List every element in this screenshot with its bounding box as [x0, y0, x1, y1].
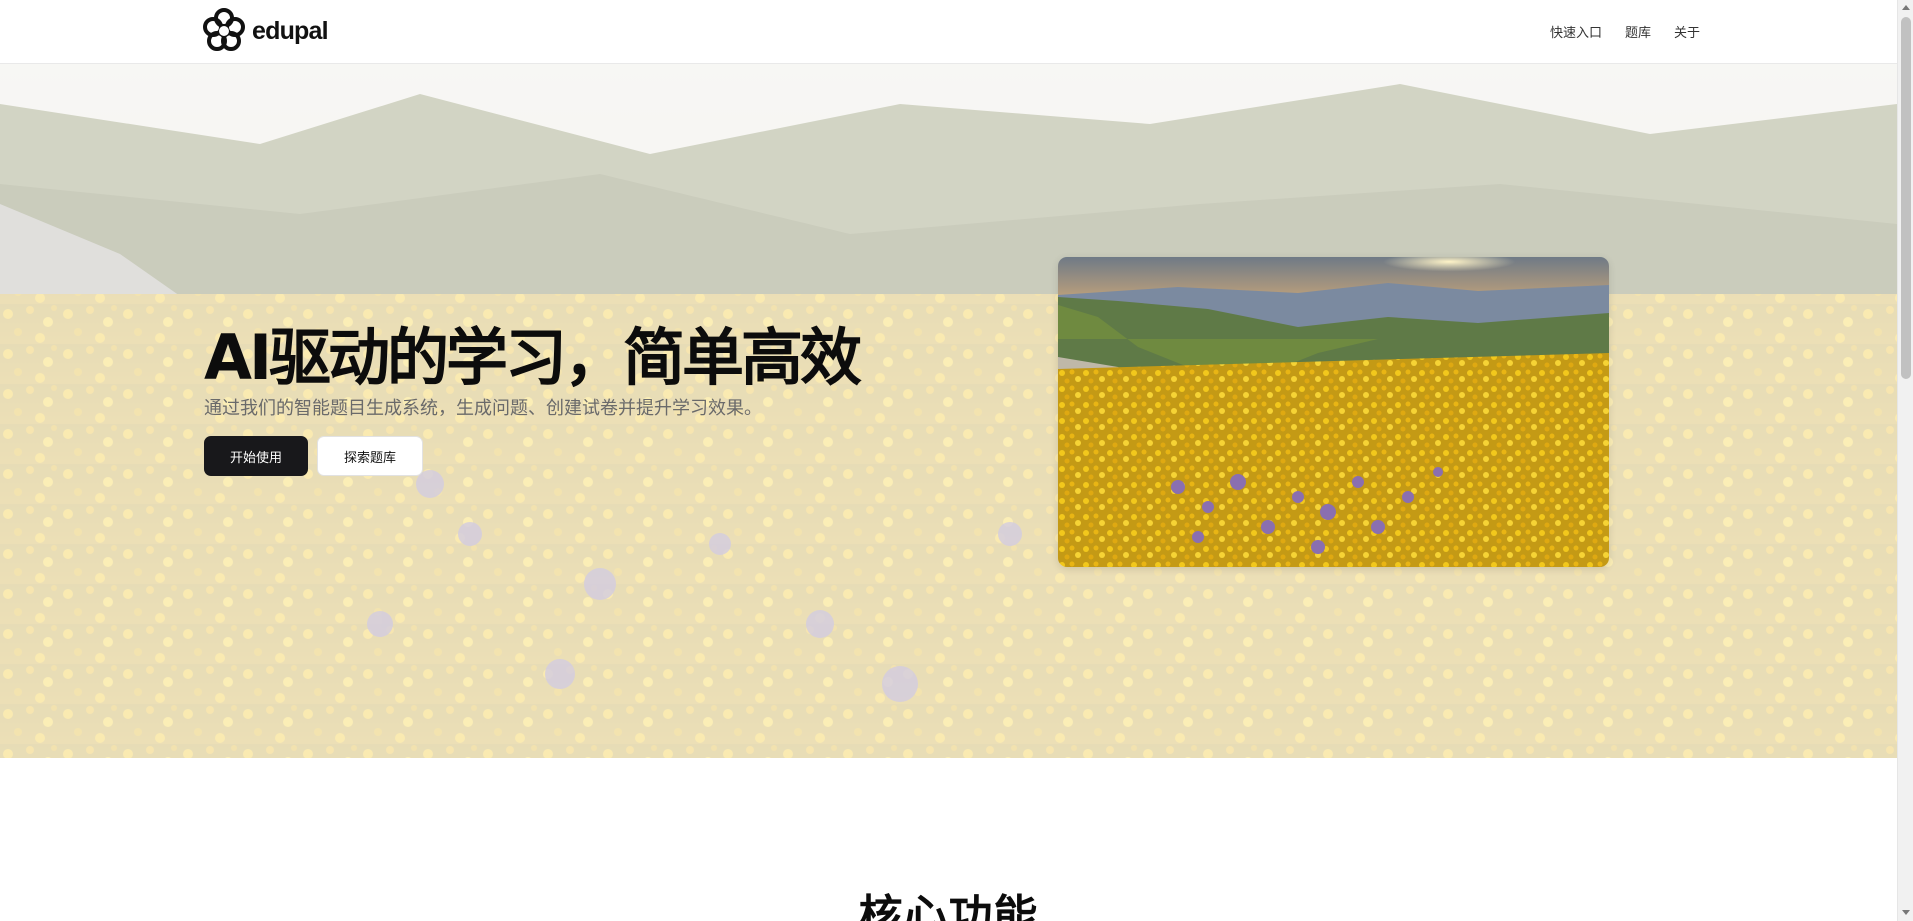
brand-logo[interactable]: edupal: [202, 7, 329, 55]
hero-section: AI驱动的学习，简单高效 通过我们的智能题目生成系统，生成问题、创建试卷并提升学…: [0, 64, 1897, 758]
scroll-up-arrow-icon[interactable]: [1902, 5, 1910, 10]
site-header: edupal 快速入口 题库 关于: [0, 0, 1897, 64]
nav-about[interactable]: 关于: [1674, 22, 1700, 41]
hero-content: AI驱动的学习，简单高效 通过我们的智能题目生成系统，生成问题、创建试卷并提升学…: [204, 320, 862, 476]
scrollbar-thumb[interactable]: [1901, 17, 1911, 379]
main-nav: 快速入口 题库 关于: [1550, 22, 1700, 41]
hero-landscape-image: [1058, 257, 1609, 567]
flower-logo-icon: [203, 8, 245, 51]
vertical-scrollbar[interactable]: [1897, 0, 1913, 921]
get-started-button[interactable]: 开始使用: [204, 436, 308, 476]
hero-subtitle: 通过我们的智能题目生成系统，生成问题、创建试卷并提升学习效果。: [204, 398, 762, 419]
scroll-down-arrow-icon[interactable]: [1902, 910, 1910, 915]
explore-question-bank-button[interactable]: 探索题库: [317, 436, 423, 476]
landscape-photo: [1058, 257, 1609, 567]
nav-quick-access[interactable]: 快速入口: [1550, 22, 1602, 41]
features-section-title: 核心功能: [858, 891, 1039, 921]
nav-question-bank[interactable]: 题库: [1625, 22, 1651, 41]
brand-name: edupal: [252, 16, 329, 45]
hero-title: AI驱动的学习，简单高效: [204, 321, 862, 394]
page: edupal 快速入口 题库 关于 AI驱动的学习，简单高效 通过我们的智能题目…: [0, 0, 1913, 921]
hero-buttons: 开始使用 探索题库: [204, 436, 844, 476]
